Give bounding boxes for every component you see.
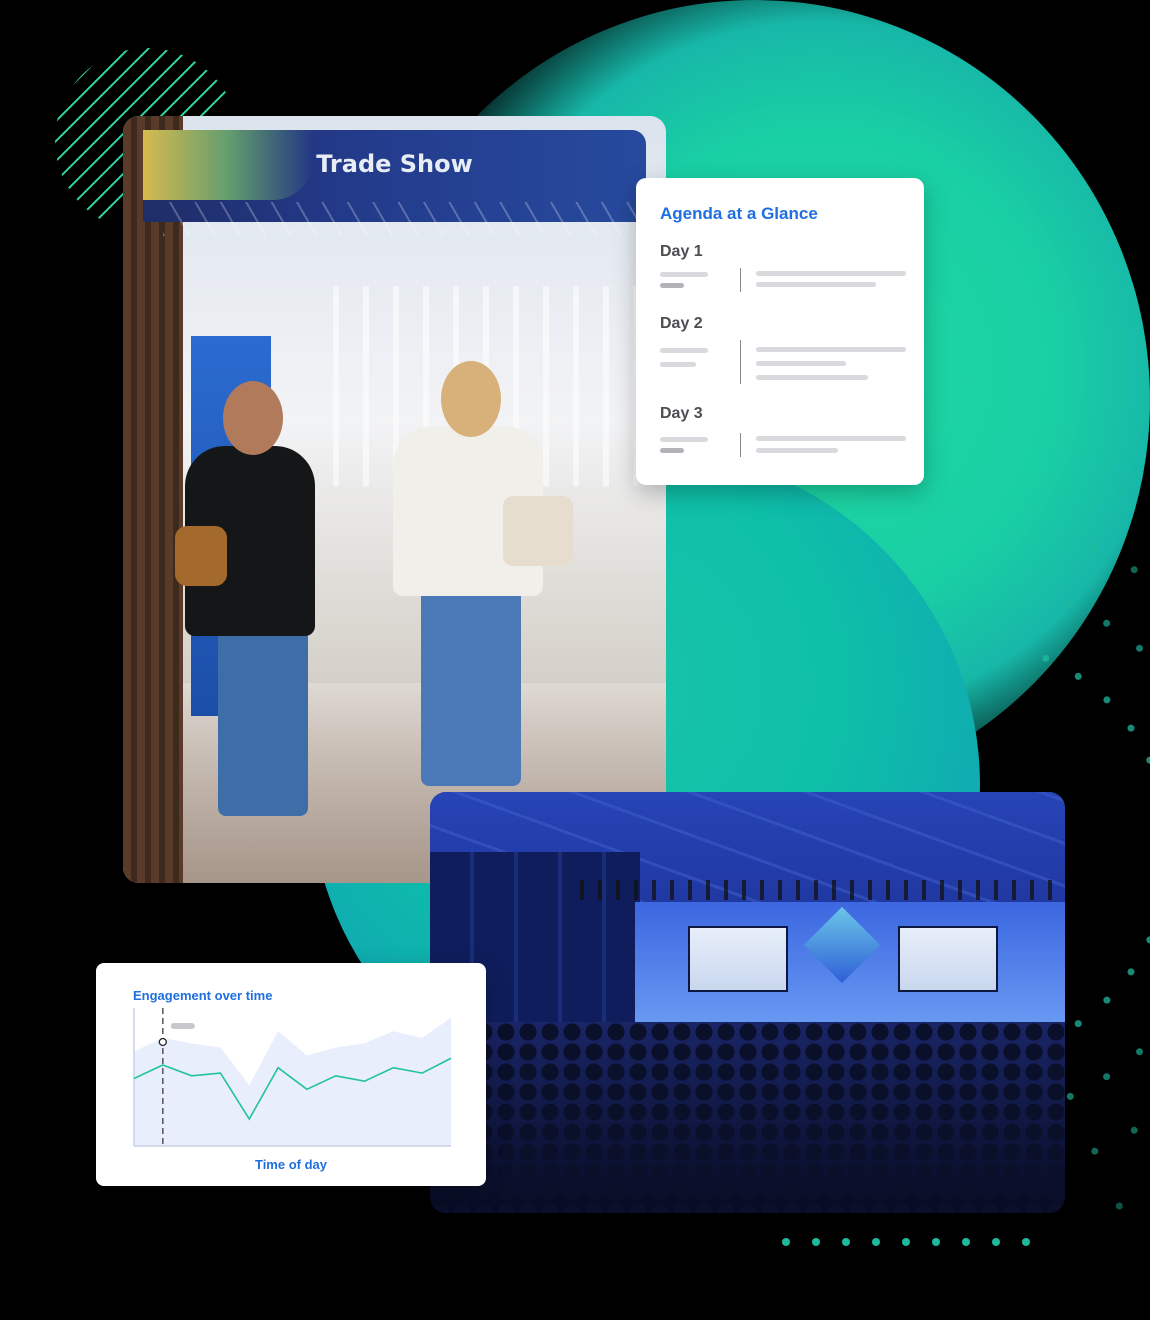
agenda-day-2-divider	[740, 340, 741, 384]
agenda-day-2-line	[660, 348, 708, 353]
background-dot	[1066, 1092, 1074, 1100]
background-dot	[962, 1238, 970, 1246]
background-dot	[1103, 1073, 1111, 1081]
background-dot	[1091, 545, 1099, 553]
background-dot	[1022, 1238, 1030, 1246]
agenda-title: Agenda at a Glance	[660, 204, 818, 223]
chart-area-series	[134, 1017, 451, 1146]
background-dot	[1074, 1020, 1082, 1028]
background-dot	[1127, 968, 1135, 976]
agenda-day-3-line	[756, 436, 906, 441]
background-dot	[1136, 1048, 1143, 1056]
engagement-chart-card: Engagement over time Time of day	[96, 963, 486, 1186]
background-dot	[812, 1238, 820, 1246]
background-dot	[1074, 672, 1082, 680]
agenda-day-2-line	[660, 362, 696, 367]
background-dot	[1115, 1202, 1123, 1210]
agenda-day-1-label: Day 1	[660, 243, 703, 260]
background-dot	[1130, 1126, 1138, 1134]
background-dot	[872, 1238, 880, 1246]
agenda-day-1-line	[756, 282, 876, 287]
agenda-day-3-divider	[740, 433, 741, 457]
agenda-day-1-line	[660, 272, 708, 277]
background-dot	[1146, 936, 1150, 944]
background-dot	[1136, 644, 1143, 652]
background-dot	[1066, 600, 1074, 608]
chart-x-label: Time of day	[254, 1157, 327, 1172]
agenda-day-1-line	[756, 271, 906, 276]
chart-tooltip-placeholder	[170, 1023, 195, 1029]
background-dot	[1130, 566, 1138, 574]
background-dot	[1091, 1147, 1099, 1155]
agenda-day-3-line	[756, 448, 838, 453]
agenda-day-2-line	[756, 361, 846, 366]
trade-show-banner: Trade Show	[143, 130, 666, 236]
background-dot	[1103, 619, 1111, 627]
background-dot	[782, 1238, 790, 1246]
chart-title: Engagement over time	[133, 988, 273, 1003]
agenda-day-1-divider	[740, 268, 741, 292]
agenda-day-3-line	[660, 448, 684, 453]
agenda-day-2-line	[756, 347, 906, 352]
background-dot	[1127, 724, 1135, 732]
agenda-day-3-line	[660, 437, 708, 442]
background-dot	[932, 1238, 940, 1246]
background-dot	[842, 1238, 850, 1246]
background-dot	[1115, 490, 1123, 498]
trade-show-banner-title: Trade Show	[316, 150, 473, 178]
background-dot	[992, 1238, 1000, 1246]
agenda-day-1-line	[660, 283, 684, 288]
keynote-photo	[430, 792, 1065, 1213]
agenda-card: Agenda at a Glance Day 1 Day 2 Day 3	[636, 178, 924, 485]
agenda-day-2-label: Day 2	[660, 315, 703, 332]
agenda-day-2-line	[756, 375, 868, 380]
background-dot	[902, 1238, 910, 1246]
background-dot	[1103, 696, 1111, 704]
chart-highlight-point	[158, 1037, 167, 1047]
agenda-day-3-label: Day 3	[660, 405, 703, 422]
background-dot	[1042, 654, 1050, 662]
background-dot	[1146, 756, 1150, 764]
background-dot	[1103, 996, 1111, 1004]
trade-show-photo: Trade Show	[123, 116, 666, 883]
